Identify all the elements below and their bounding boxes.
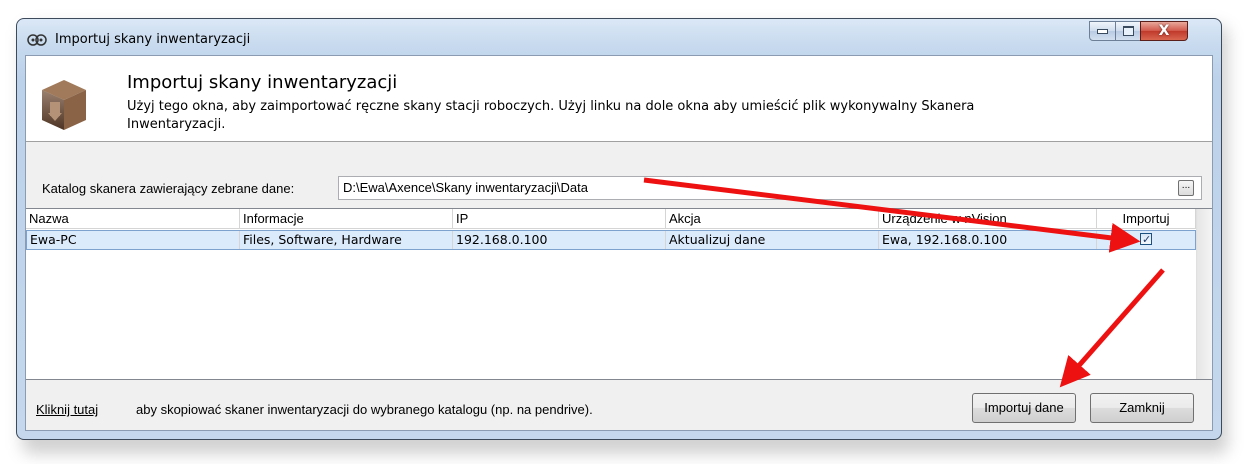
cell-urzadzenie: Ewa, 192.168.0.100 [879, 231, 1097, 249]
column-header-importuj[interactable]: Importuj [1097, 209, 1196, 229]
check-icon: ✓ [1142, 233, 1152, 246]
header-description: Użyj tego okna, aby zaimportować ręczne … [127, 99, 975, 132]
import-checkbox[interactable]: ✓ [1140, 233, 1152, 246]
client-area: Importuj skany inwentaryzacji Użyj tego … [25, 55, 1213, 431]
title-bar[interactable]: Importuj skany inwentaryzacji X [17, 19, 1221, 55]
copy-scanner-link[interactable]: Kliknij tutaj [36, 402, 98, 417]
minimize-icon [1097, 28, 1108, 34]
cell-informacje: Files, Software, Hardware [240, 231, 453, 249]
copy-scanner-text: aby skopiować skaner inwentaryzacji do w… [136, 402, 593, 417]
table-header: Nazwa Informacje IP Akcja Urządzenie w n… [26, 209, 1196, 229]
directory-field[interactable]: D:\Ewa\Axence\Skany inwentaryzacji\Data [338, 176, 1202, 200]
cell-akcja: Aktualizuj dane [666, 231, 879, 249]
cell-ip: 192.168.0.100 [453, 231, 666, 249]
column-header-nazwa[interactable]: Nazwa [26, 209, 240, 229]
column-header-ip[interactable]: IP [453, 209, 666, 229]
dialog-header: Importuj skany inwentaryzacji Użyj tego … [26, 56, 1212, 142]
scans-table: Nazwa Informacje IP Akcja Urządzenie w n… [26, 208, 1212, 380]
table-row[interactable]: Ewa-PC Files, Software, Hardware 192.168… [26, 230, 1196, 250]
import-scans-window: Importuj skany inwentaryzacji X Importuj… [16, 18, 1222, 440]
app-icon [27, 34, 47, 46]
browse-button[interactable]: ... [1178, 180, 1194, 196]
minimize-button[interactable] [1089, 21, 1116, 41]
maximize-icon [1122, 26, 1134, 36]
column-header-informacje[interactable]: Informacje [240, 209, 453, 229]
directory-label: Katalog skanera zawierający zebrane dane… [42, 181, 295, 196]
cell-nazwa: Ewa-PC [27, 231, 240, 249]
close-icon: X [1158, 23, 1170, 39]
close-window-button[interactable]: X [1140, 21, 1188, 41]
import-box-icon [42, 80, 86, 130]
maximize-button[interactable] [1115, 21, 1141, 41]
import-data-button[interactable]: Importuj dane [972, 393, 1076, 423]
cell-importuj: ✓ [1097, 231, 1195, 249]
column-header-akcja[interactable]: Akcja [666, 209, 879, 229]
window-title: Importuj skany inwentaryzacji [55, 32, 251, 47]
header-title: Importuj skany inwentaryzacji [127, 72, 398, 93]
close-button[interactable]: Zamknij [1090, 393, 1194, 423]
vertical-scrollbar[interactable] [1196, 209, 1212, 379]
column-header-urzadzenie[interactable]: Urządzenie w nVision [879, 209, 1097, 229]
